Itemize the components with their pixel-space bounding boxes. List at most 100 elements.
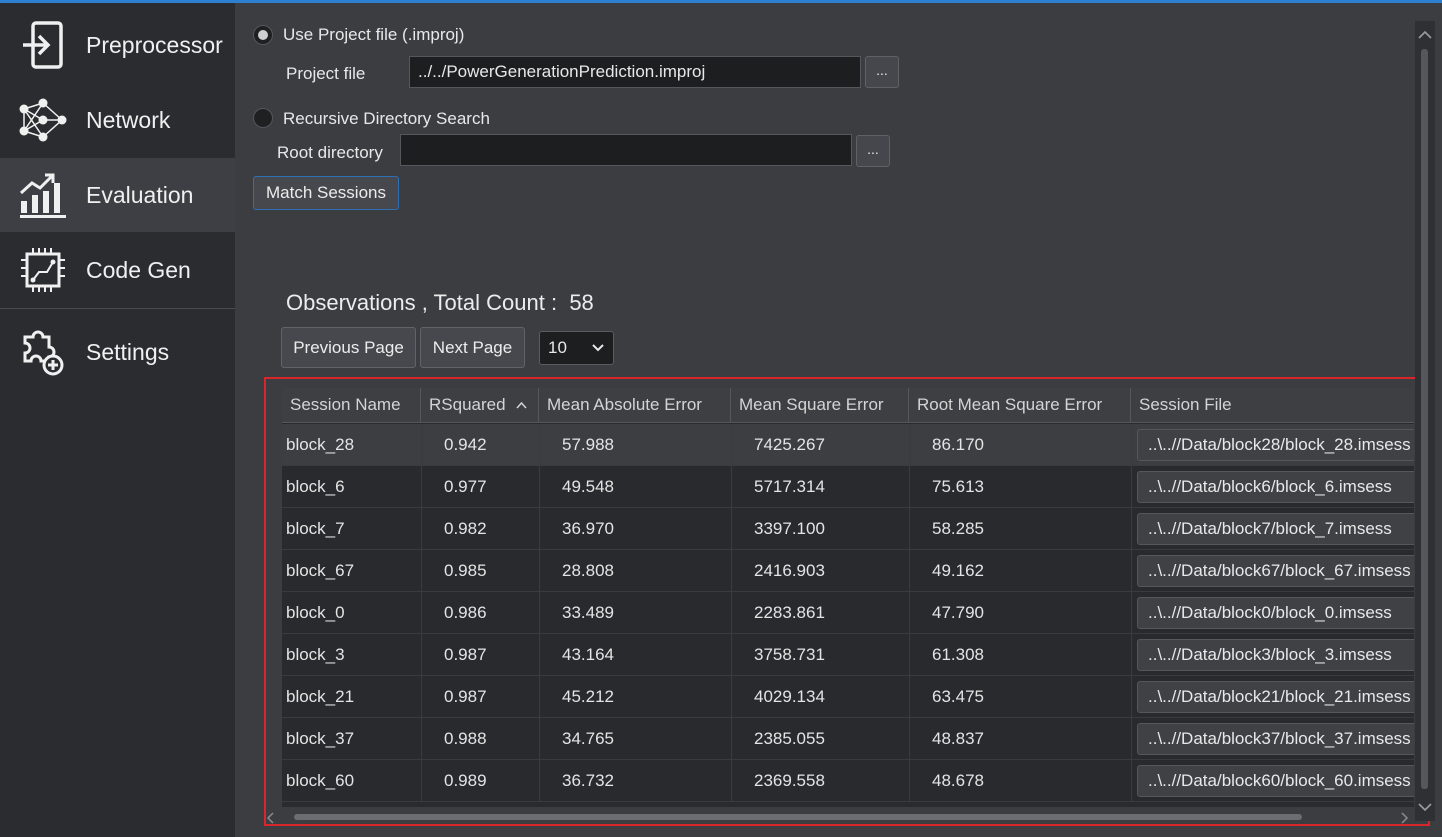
table-cell-mse: 3397.100: [754, 519, 825, 538]
match-sessions-button[interactable]: Match Sessions: [253, 176, 399, 210]
column-header-session-name[interactable]: Session Name: [282, 388, 421, 423]
table-cell-mse: 2385.055: [754, 729, 825, 748]
session-file-button[interactable]: ..\..//Data/block60/block_60.imsess: [1137, 765, 1414, 797]
table-cell-rmse: 63.475: [932, 687, 984, 706]
column-header-root-mean-square-error[interactable]: Root Mean Square Error: [909, 388, 1131, 423]
table-row[interactable]: block_7 0.982 36.970 3397.100 58.285 ..\..//D…: [282, 508, 1414, 550]
column-divider: [1131, 550, 1132, 592]
sidebar-item-preprocessor[interactable]: Preprocessor: [0, 8, 235, 82]
table-row[interactable]: block_67 0.985 28.808 2416.903 49.162 ..\..//…: [282, 550, 1414, 592]
column-divider: [539, 466, 540, 508]
table-cell-mae: 36.970: [562, 519, 614, 538]
project-file-browse-button[interactable]: ...: [865, 56, 899, 88]
session-file-button[interactable]: ..\..//Data/block67/block_67.imsess: [1137, 555, 1414, 587]
table-cell-mse: 5717.314: [754, 477, 825, 496]
column-divider: [421, 550, 422, 592]
table-row[interactable]: block_28 0.942 57.988 7425.267 86.170 ..\..//…: [282, 424, 1414, 466]
table-cell-mse: 7425.267: [754, 435, 825, 454]
table-row[interactable]: block_6 0.977 49.548 5717.314 75.613 ..\..//D…: [282, 466, 1414, 508]
column-header-session-file[interactable]: Session File: [1131, 388, 1414, 423]
column-header-mean-square-error[interactable]: Mean Square Error: [731, 388, 909, 423]
table-cell-r2: 0.987: [444, 645, 487, 664]
table-cell-name: block_3: [286, 645, 345, 664]
table-cell-rmse: 48.837: [932, 729, 984, 748]
main-panel: Use Project file (.improj) Project file …: [235, 3, 1442, 837]
sidebar-item-evaluation[interactable]: Evaluation: [0, 158, 235, 232]
column-divider: [731, 634, 732, 676]
column-divider: [421, 634, 422, 676]
recursive-search-radio[interactable]: [253, 108, 273, 128]
chart-growth-icon: [18, 170, 68, 220]
column-divider: [539, 676, 540, 718]
session-file-button[interactable]: ..\..//Data/block0/block_0.imsess: [1137, 597, 1414, 629]
scroll-up-icon[interactable]: [1418, 27, 1432, 45]
table-cell-mae: 34.765: [562, 729, 614, 748]
table-cell-name: block_6: [286, 477, 345, 496]
next-page-button[interactable]: Next Page: [420, 327, 525, 368]
session-file-button[interactable]: ..\..//Data/block28/block_28.imsess: [1137, 429, 1414, 461]
session-file-button[interactable]: ..\..//Data/block21/block_21.imsess: [1137, 681, 1414, 713]
table-row[interactable]: block_0 0.986 33.489 2283.861 47.790 ..\..//D…: [282, 592, 1414, 634]
table-row[interactable]: block_21 0.987 45.212 4029.134 63.475 ..\..//…: [282, 676, 1414, 718]
scroll-down-icon[interactable]: [1418, 799, 1432, 817]
column-divider: [909, 760, 910, 802]
column-divider: [909, 592, 910, 634]
column-divider: [909, 676, 910, 718]
root-directory-browse-button[interactable]: ...: [856, 135, 890, 167]
table-cell-mae: 43.164: [562, 645, 614, 664]
session-file-button[interactable]: ..\..//Data/block3/block_3.imsess: [1137, 639, 1414, 671]
table-cell-mse: 2369.558: [754, 771, 825, 790]
column-divider: [539, 718, 540, 760]
vertical-scroll-thumb[interactable]: [1421, 49, 1428, 789]
table-cell-rmse: 49.162: [932, 561, 984, 580]
page-size-select[interactable]: 10: [539, 331, 614, 365]
table-cell-name: block_0: [286, 603, 345, 622]
column-divider: [1131, 676, 1132, 718]
previous-page-button[interactable]: Previous Page: [281, 327, 416, 368]
table-row[interactable]: block_3 0.987 43.164 3758.731 61.308 ..\..//D…: [282, 634, 1414, 676]
column-divider: [1131, 424, 1132, 466]
chevron-down-icon: [591, 340, 605, 360]
horizontal-scroll-thumb[interactable]: [294, 814, 1302, 820]
session-file-button[interactable]: ..\..//Data/block37/block_37.imsess: [1137, 723, 1414, 755]
column-header-label: RSquared: [429, 395, 506, 414]
column-header-rsquared[interactable]: RSquared: [421, 388, 539, 423]
column-divider: [731, 550, 732, 592]
project-file-input[interactable]: ../../PowerGenerationPrediction.improj: [409, 56, 861, 88]
column-divider: [1131, 466, 1132, 508]
column-divider: [731, 592, 732, 634]
horizontal-scrollbar[interactable]: [264, 809, 1430, 825]
table-cell-r2: 0.982: [444, 519, 487, 538]
sidebar-divider: [0, 308, 235, 309]
column-header-mean-absolute-error[interactable]: Mean Absolute Error: [539, 388, 731, 423]
vertical-scrollbar[interactable]: [1415, 21, 1435, 821]
column-divider: [1131, 760, 1132, 802]
scroll-right-icon[interactable]: [1399, 811, 1409, 829]
column-divider: [731, 466, 732, 508]
page-size-value: 10: [548, 338, 567, 357]
table-cell-mae: 33.489: [562, 603, 614, 622]
session-file-button[interactable]: ..\..//Data/block6/block_6.imsess: [1137, 471, 1414, 503]
neural-network-icon: [18, 95, 68, 145]
column-divider: [539, 424, 540, 466]
scroll-left-icon[interactable]: [266, 811, 276, 829]
table-header: Session Name RSquared Mean Absolute Erro…: [282, 388, 1414, 423]
column-divider: [1131, 634, 1132, 676]
table-cell-mse: 2416.903: [754, 561, 825, 580]
sidebar-item-network[interactable]: Network: [0, 83, 235, 157]
root-directory-input[interactable]: [400, 134, 852, 166]
use-project-radio[interactable]: [253, 25, 273, 45]
session-file-button[interactable]: ..\..//Data/block7/block_7.imsess: [1137, 513, 1414, 545]
sidebar-item-settings[interactable]: Settings: [0, 315, 235, 389]
chip-icon: [18, 245, 68, 295]
column-divider: [1131, 592, 1132, 634]
column-divider: [731, 508, 732, 550]
table-row[interactable]: block_37 0.988 34.765 2385.055 48.837 ..\..//…: [282, 718, 1414, 760]
table-cell-r2: 0.987: [444, 687, 487, 706]
column-divider: [909, 508, 910, 550]
table-row[interactable]: block_60 0.989 36.732 2369.558 48.678 ..\..//…: [282, 760, 1414, 802]
sidebar-item-code-gen[interactable]: Code Gen: [0, 233, 235, 307]
column-divider: [421, 676, 422, 718]
table-cell-rmse: 47.790: [932, 603, 984, 622]
column-divider: [731, 760, 732, 802]
